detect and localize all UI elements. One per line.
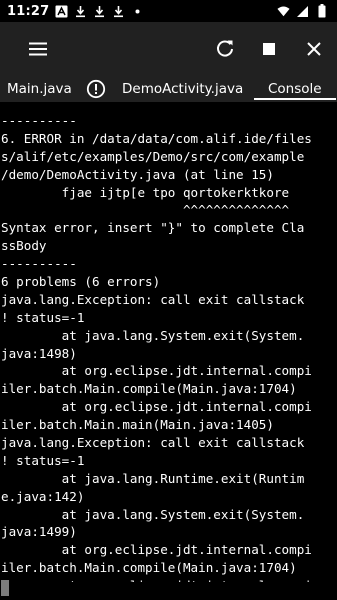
status-bar: 11:27 [0, 0, 337, 22]
console-line: java.lang.Exception: call exit callstack [1, 435, 305, 451]
status-time: 11:27 [7, 3, 50, 19]
console-line: ---------- [1, 256, 77, 272]
console-line: at org.eclipse.jdt.internal.compi [1, 363, 312, 379]
console-line: iler.batch.Main.compile(Main.java:1704) [1, 381, 297, 397]
console-line: 6. ERROR in /data/data/com.alif.ide/file… [1, 130, 312, 146]
console-line: 6 problems (6 errors) [1, 274, 161, 290]
console-line: s/alif/etc/examples/Demo/src/com/example [1, 148, 305, 164]
console-line: iler.batch.Main.main(Main.java:1405) [1, 417, 274, 433]
console-line: fjae ijtp[e tpo qortokerktkore [1, 184, 290, 200]
console-output[interactable]: ---------- 6. ERROR in /data/data/com.ali… [0, 112, 337, 582]
tab-main-java[interactable]: Main.java [7, 76, 72, 102]
console-line: ---------- [1, 113, 77, 128]
console-line: ! status=-1 [1, 309, 85, 325]
bottom-area [0, 582, 337, 600]
console-line: ssBody [1, 238, 47, 254]
hamburger-menu-icon[interactable] [24, 35, 52, 63]
tab-bar: Main.java DemoActivity.java Console [0, 76, 337, 102]
console-line: java:1499) [1, 524, 77, 540]
console-line: ^^^^^^^^^^^^^^ [1, 202, 290, 218]
console-line: iler.batch.Main.compile(Main.java:1704) [1, 560, 297, 576]
wifi-icon [277, 5, 290, 18]
text-a-icon [55, 5, 68, 18]
signal-icon [296, 5, 309, 18]
console-line: ! status=-1 [1, 452, 85, 468]
app-bar [0, 22, 337, 76]
battery-icon [315, 4, 328, 18]
active-tab-indicator [254, 98, 336, 100]
console-line: Syntax error, insert "}" to complete Cla [1, 220, 305, 236]
tab-label: Main.java [7, 81, 72, 97]
download-icon [93, 5, 106, 18]
console-line: e.java:142) [1, 488, 85, 504]
console-line: /demo/DemoActivity.java (at line 15) [1, 166, 274, 182]
download-icon [112, 5, 125, 18]
console-line: at java.lang.System.exit(System. [1, 506, 305, 522]
tab-label: DemoActivity.java [122, 81, 244, 97]
console-line: at java.lang.System.exit(System. [1, 327, 305, 343]
console-line: at org.eclipse.jdt.internal.compi [1, 542, 312, 558]
tab-label: Console [268, 81, 322, 97]
console-line: at org.eclipse.jdt.internal.compi [1, 399, 312, 415]
console-line: java.lang.Exception: call exit callstack [1, 291, 305, 307]
close-icon[interactable] [300, 35, 328, 63]
stop-icon[interactable] [255, 35, 283, 63]
tab-demoactivity-java[interactable]: DemoActivity.java [122, 76, 243, 102]
dot-icon [131, 5, 144, 18]
download-icon [74, 5, 87, 18]
console-line: at java.lang.Runtime.exit(Runtim [1, 470, 305, 486]
text-cursor [1, 580, 9, 596]
refresh-icon[interactable] [211, 35, 239, 63]
console-line: java:1498) [1, 345, 77, 361]
alert-circle-icon[interactable] [86, 76, 106, 102]
